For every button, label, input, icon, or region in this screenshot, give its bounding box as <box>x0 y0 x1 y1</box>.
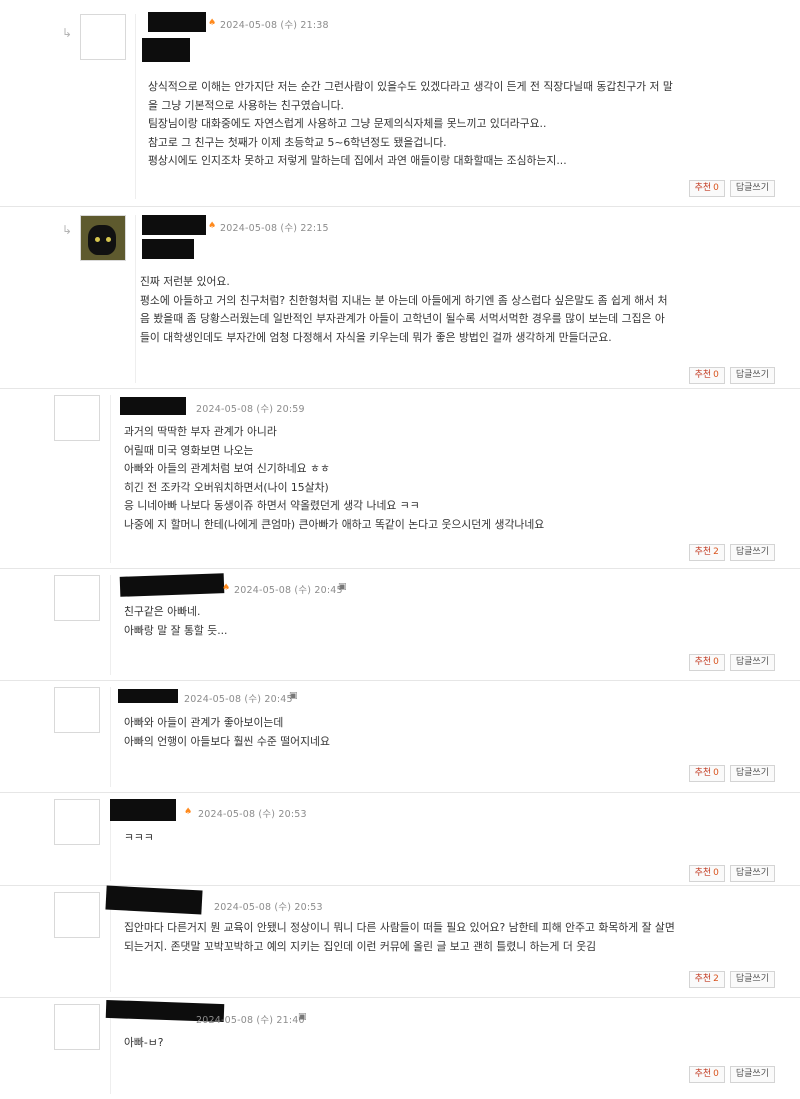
level-icon: ♠ <box>208 221 217 231</box>
avatar[interactable] <box>80 215 126 261</box>
comment-text: 상식적으로 이해는 안가지단 저는 순간 그런사람이 있을수도 있겠다라고 생각… <box>148 80 673 168</box>
avatar[interactable] <box>54 1004 100 1050</box>
comment-item: 2024-05-08 (수) 20:53 집안마다 다른거지 뭔 교육이 안됐니… <box>0 885 800 998</box>
comment-date: 2024-05-08 (수) 21:38 <box>220 20 329 31</box>
level-icon: ♠ <box>184 807 193 817</box>
avatar[interactable] <box>80 14 126 60</box>
comment-content: 2024-05-08 (수) 20:53 집안마다 다른거지 뭔 교육이 안됐니… <box>105 885 775 997</box>
like-button[interactable]: 추천 0 <box>688 654 725 671</box>
comment-content: ♠ 2024-05-08 (수) 22:15 진짜 저런분 있어요. 평소에 아… <box>140 213 775 388</box>
comment-item: ♠ 2024-05-08 (수) 20:53 ㅋㅋㅋ 추천 0 답글쓰기 <box>0 793 800 886</box>
comment-item: ↳ ♠ 2024-05-08 (수) 22:15 진짜 저런분 있어요. 평소에… <box>0 207 800 389</box>
like-button[interactable]: 추천 2 <box>688 971 725 988</box>
like-button[interactable]: 추천 0 <box>688 865 725 882</box>
author-badge-redacted <box>142 38 190 62</box>
avatar[interactable] <box>54 892 100 938</box>
memo-icon: ▣ <box>338 582 347 592</box>
reply-button[interactable]: 답글쓰기 <box>729 765 775 782</box>
comment-content: 2024-05-08 (수) 21:40 ▣ 아빠-ㅂ? 추천 0 답글쓰기 <box>105 999 775 1097</box>
like-button[interactable]: 추천 0 <box>688 1066 725 1083</box>
comment-item: 2024-05-08 (수) 20:59 과거의 딱딱한 부자 관계가 아니라 … <box>0 389 800 569</box>
comment-text: 진짜 저런분 있어요. 평소에 아들하고 거의 친구처럼? 친한형처럼 지내는 … <box>140 275 668 344</box>
comment-content: ♠ 2024-05-08 (수) 20:45 ▣ 친구같은 아빠네. 아빠랑 말… <box>119 573 775 680</box>
reply-button[interactable]: 답글쓰기 <box>729 367 775 384</box>
author-name-redacted[interactable] <box>148 12 206 32</box>
comment-text: 과거의 딱딱한 부자 관계가 아니라 어릴때 미국 영화보면 나오는 아빠와 아… <box>124 425 545 531</box>
comment-date: 2024-05-08 (수) 20:45 <box>184 694 293 705</box>
comment-item: 2024-05-08 (수) 20:45 ▣ 아빠와 아들이 관계가 좋아보이는… <box>0 681 800 793</box>
comment-date: 2024-05-08 (수) 21:40 <box>196 1015 305 1026</box>
like-button[interactable]: 추천 0 <box>688 367 725 384</box>
memo-icon: ▣ <box>289 691 298 701</box>
like-button[interactable]: 추천 2 <box>688 544 725 561</box>
avatar[interactable] <box>54 799 100 845</box>
reply-arrow-icon: ↳ <box>62 26 73 40</box>
author-name-redacted[interactable] <box>118 689 178 703</box>
comment-date: 2024-05-08 (수) 22:15 <box>220 223 329 234</box>
like-button[interactable]: 추천 0 <box>688 180 725 197</box>
comment-content: ♠ 2024-05-08 (수) 20:53 ㅋㅋㅋ 추천 0 답글쓰기 <box>110 799 775 885</box>
comment-date: 2024-05-08 (수) 20:53 <box>198 809 307 820</box>
comment-date: 2024-05-08 (수) 20:59 <box>196 404 305 415</box>
reply-arrow-icon: ↳ <box>62 223 73 237</box>
like-button[interactable]: 추천 0 <box>688 765 725 782</box>
reply-button[interactable]: 답글쓰기 <box>729 865 775 882</box>
reply-button[interactable]: 답글쓰기 <box>729 180 775 197</box>
comment-item: 2024-05-08 (수) 21:40 ▣ 아빠-ㅂ? 추천 0 답글쓰기 <box>0 998 800 1099</box>
author-name-redacted[interactable] <box>142 215 206 235</box>
reply-button[interactable]: 답글쓰기 <box>729 971 775 988</box>
avatar[interactable] <box>54 575 100 621</box>
comment-item: ♠ 2024-05-08 (수) 20:45 ▣ 친구같은 아빠네. 아빠랑 말… <box>0 569 800 681</box>
comment-text: 집안마다 다른거지 뭔 교육이 안됐니 정상이니 뭐니 다른 사람들이 떠들 필… <box>124 921 675 953</box>
comment-text: ㅋㅋㅋ <box>124 831 154 844</box>
avatar[interactable] <box>54 395 100 441</box>
avatar[interactable] <box>54 687 100 733</box>
reply-button[interactable]: 답글쓰기 <box>729 654 775 671</box>
reply-button[interactable]: 답글쓰기 <box>729 1066 775 1083</box>
comment-text: 친구같은 아빠네. 아빠랑 말 잘 통할 듯... <box>124 605 228 637</box>
author-name-redacted[interactable] <box>110 799 176 821</box>
comment-date: 2024-05-08 (수) 20:53 <box>214 902 323 913</box>
comment-text: 아빠-ㅂ? <box>124 1036 164 1049</box>
comment-text: 아빠와 아들이 관계가 좋아보이는데 아빠의 언행이 아들보다 훨씬 수준 떨어… <box>124 716 330 748</box>
author-name-redacted[interactable] <box>119 573 225 597</box>
comment-content: 2024-05-08 (수) 20:45 ▣ 아빠와 아들이 관계가 좋아보이는… <box>118 687 775 792</box>
comment-content: ♠ 2024-05-08 (수) 21:38 상식적으로 이해는 안가지단 저는… <box>142 10 775 205</box>
reply-button[interactable]: 답글쓰기 <box>729 544 775 561</box>
level-icon: ♠ <box>222 583 231 593</box>
author-badge-redacted <box>142 239 194 259</box>
comment-content: 2024-05-08 (수) 20:59 과거의 딱딱한 부자 관계가 아니라 … <box>120 393 775 568</box>
author-name-redacted[interactable] <box>105 885 203 915</box>
comment-date: 2024-05-08 (수) 20:45 <box>234 585 343 596</box>
level-icon: ♠ <box>208 18 217 28</box>
memo-icon: ▣ <box>298 1012 307 1022</box>
comment-item: ↳ ♠ 2024-05-08 (수) 21:38 상식적으로 이해는 안가지단 … <box>0 0 800 207</box>
author-name-redacted[interactable] <box>120 397 186 415</box>
